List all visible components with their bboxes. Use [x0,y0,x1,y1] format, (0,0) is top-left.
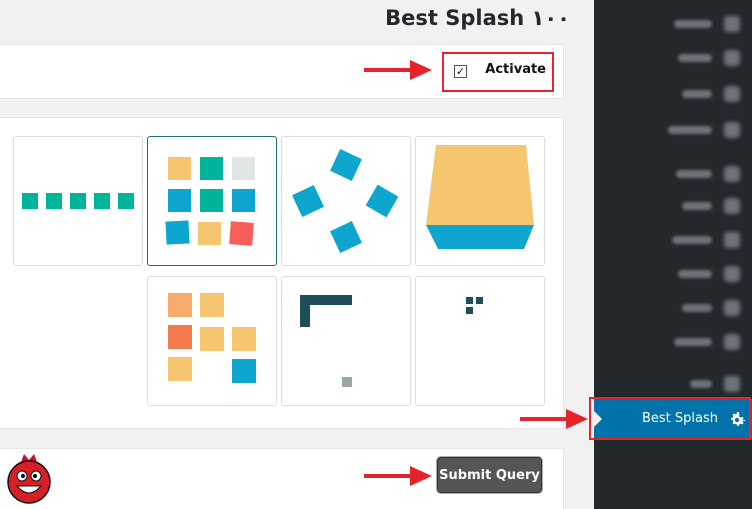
loader-square [292,185,324,217]
loader-square [365,184,399,218]
loader-square [118,193,134,209]
box-shape [426,145,534,249]
loader-square [466,297,473,304]
loader-square [200,327,224,351]
loader-square [476,297,483,304]
loader-square [94,193,110,209]
loader-square [200,293,224,317]
arrow-right-icon [364,60,432,80]
arrow-right-icon [364,466,432,486]
sidebar-item[interactable] [602,230,742,250]
loader-square [232,359,256,383]
loader-square [330,149,362,181]
splash-style-tiny-squares[interactable] [415,276,545,406]
activate-highlight [442,52,554,92]
loader-square [168,325,192,349]
sidebar-item[interactable] [602,298,742,318]
page-title: Best Splash ۱۰۰ [385,6,570,30]
loader-square [232,189,255,212]
loader-square [200,189,223,212]
loader-square [466,307,473,314]
loader-square [330,221,362,253]
sidebar-item[interactable] [602,264,742,284]
loader-square [168,357,192,381]
splash-style-dots-row[interactable] [13,136,143,266]
loader-square [168,157,191,180]
loader-square [232,327,256,351]
sidebar-item[interactable] [602,84,742,104]
splash-style-box[interactable] [415,136,545,266]
submit-button[interactable]: Submit Query [437,457,542,493]
loader-square [165,220,190,245]
sidebar-item[interactable] [602,120,742,140]
splash-style-corner[interactable] [281,276,411,406]
sidebar-item[interactable] [602,164,742,184]
sidebar-highlight [589,397,751,440]
loader-square [168,293,192,317]
sidebar-item[interactable] [602,332,742,352]
loader-square [198,222,221,245]
loader-square [229,221,254,246]
corner-bar-vertical [300,295,310,327]
loader-square [232,157,255,180]
splash-style-color-grid[interactable] [147,136,277,266]
sidebar-item[interactable] [602,374,742,394]
sidebar-item[interactable] [602,48,742,68]
arrow-right-icon [520,409,588,429]
sidebar-item[interactable] [602,196,742,216]
loader-square [46,193,62,209]
pomegranate-mascot-logo [7,454,51,504]
loader-square [342,377,352,387]
splash-style-scattered[interactable] [147,276,277,406]
loader-square [168,189,191,212]
loader-square [200,157,223,180]
splash-style-rotating-squares[interactable] [281,136,411,266]
loader-square [22,193,38,209]
sidebar-item[interactable] [602,14,742,34]
loader-square [70,193,86,209]
